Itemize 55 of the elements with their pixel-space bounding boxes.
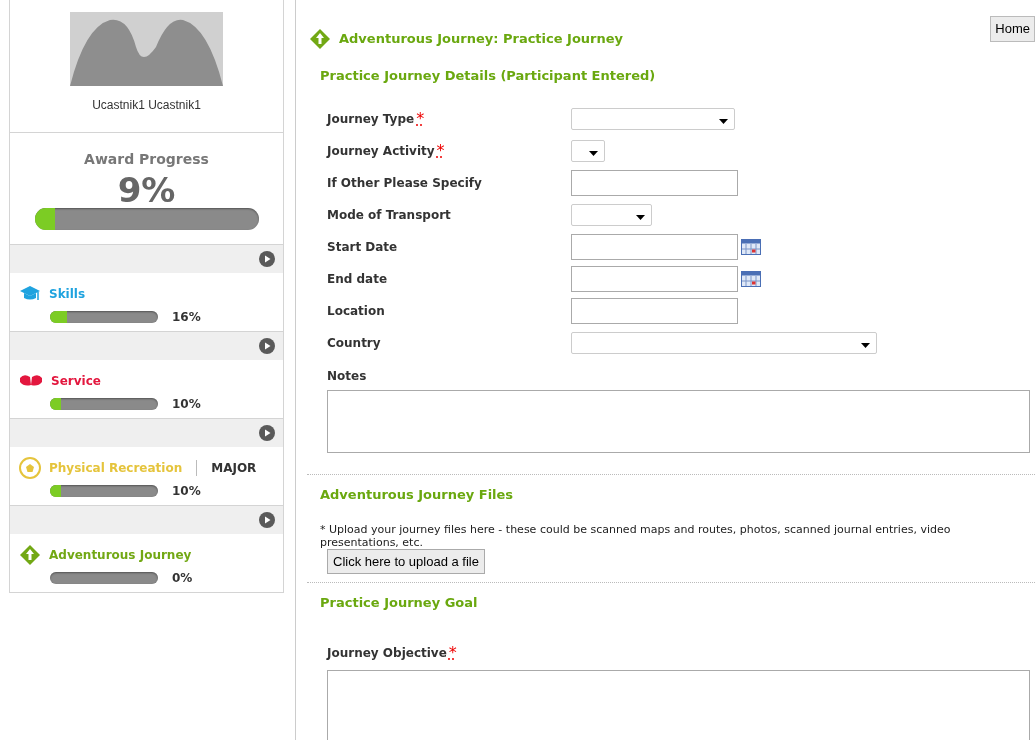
category-percent: 0%	[172, 570, 193, 587]
section-title: Practice Journey Details (Participant Entered)	[320, 66, 657, 85]
calendar-icon[interactable]	[741, 239, 761, 255]
required-mark: *	[416, 108, 425, 130]
field-label: Journey Type	[327, 111, 415, 128]
section-title: Adventurous Journey Files	[320, 486, 515, 504]
required-mark: *	[436, 140, 445, 162]
play-icon[interactable]	[259, 512, 275, 528]
field-label: Notes	[327, 368, 367, 385]
category-tag: MAJOR	[211, 459, 257, 477]
calendar-icon[interactable]	[741, 271, 761, 287]
play-icon[interactable]	[259, 251, 275, 267]
category-percent: 10%	[172, 483, 201, 500]
field-label: Journey Objective	[327, 644, 447, 662]
field-label: End date	[327, 271, 388, 288]
section-title: Practice Journey Goal	[320, 594, 479, 612]
field-label: Mode of Transport	[327, 207, 451, 224]
caret-icon	[861, 343, 870, 348]
category-name[interactable]: Skills	[49, 285, 86, 303]
field-label: If Other Please Specify	[327, 175, 482, 192]
participant-name: Ucastnik1 Ucastnik1	[92, 97, 201, 114]
field-label: Start Date	[327, 239, 398, 256]
page-title: Adventurous Journey: Practice Journey	[339, 29, 624, 48]
caret-icon	[589, 151, 598, 156]
category-name[interactable]: Service	[51, 372, 101, 390]
field-label: Location	[327, 303, 385, 320]
notes-textarea[interactable]	[327, 390, 1030, 453]
upload-note: * Upload your journey files here - these could be scanned maps and routes, photos, scanned journal entries, video presentations, etc.	[320, 522, 952, 549]
diamond-arrow-icon	[19, 544, 41, 566]
date-field[interactable]	[571, 266, 738, 292]
home-button[interactable]: Home	[990, 16, 1035, 42]
dropdown-field[interactable]	[571, 108, 735, 130]
ball-icon	[19, 457, 41, 479]
text-field[interactable]	[571, 298, 738, 324]
award-progress-percent: 9%	[117, 172, 176, 208]
text-field[interactable]	[571, 170, 738, 196]
hands-icon	[19, 373, 43, 389]
graduation-cap-icon	[19, 285, 41, 303]
dropdown-field[interactable]	[571, 204, 652, 226]
category-percent: 10%	[172, 396, 201, 413]
award-progress-title: Award Progress	[84, 150, 209, 169]
play-icon[interactable]	[259, 425, 275, 441]
required-mark: *	[448, 641, 457, 664]
date-field[interactable]	[571, 234, 738, 260]
category-percent: 16%	[172, 309, 201, 326]
dropdown-field[interactable]	[571, 140, 605, 162]
category-name[interactable]: Adventurous Journey	[49, 546, 192, 564]
play-icon[interactable]	[259, 338, 275, 354]
field-label: Journey Activity	[327, 143, 435, 160]
caret-icon	[636, 215, 645, 220]
dropdown-field[interactable]	[571, 332, 877, 354]
diamond-arrow-icon	[309, 27, 331, 50]
caret-icon	[719, 119, 728, 124]
field-label: Country	[327, 335, 381, 352]
upload-button[interactable]: Click here to upload a file	[327, 548, 485, 574]
